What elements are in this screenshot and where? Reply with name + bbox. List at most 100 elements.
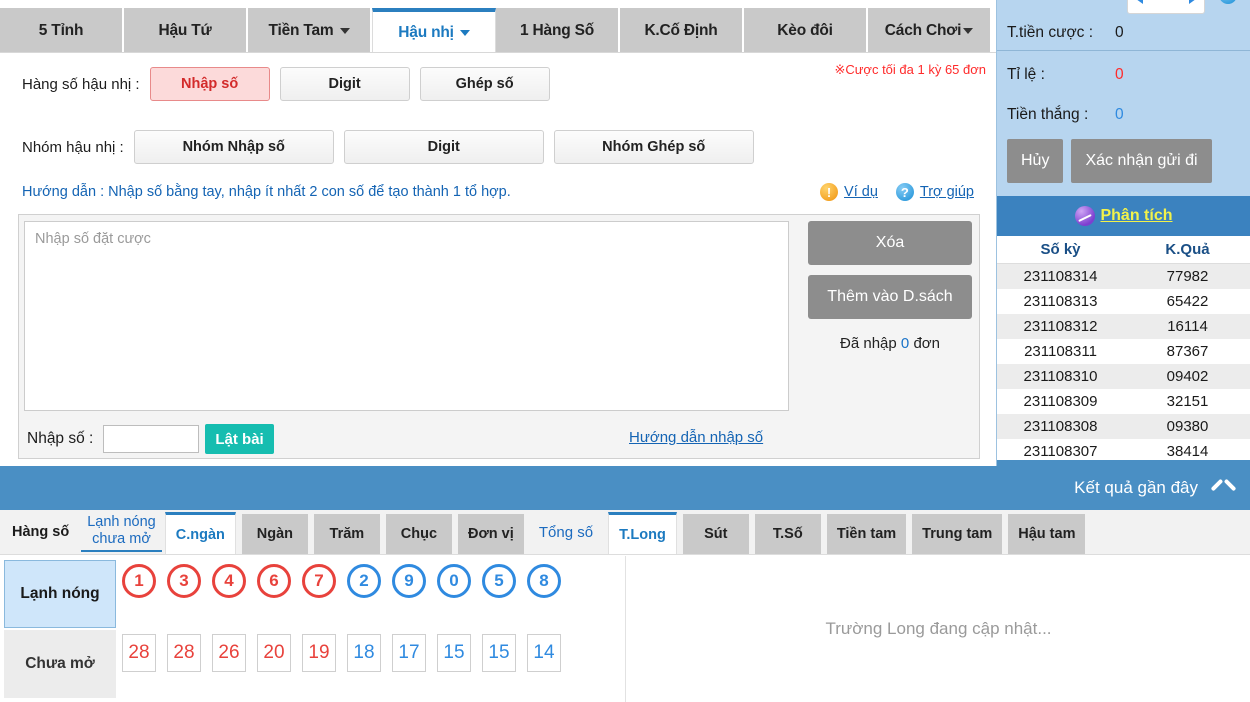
game-tab-7[interactable]: Cách Chơi bbox=[868, 8, 992, 53]
hot-cold-ball[interactable]: 5 bbox=[482, 564, 516, 598]
play-type-tab-4-label: Trung tam bbox=[922, 526, 993, 542]
total-bet-row: T.tiền cược : 0 bbox=[1007, 22, 1245, 44]
hot-cold-count: 28 bbox=[167, 634, 201, 672]
game-tab-3-label: Hậu nhị bbox=[398, 23, 454, 41]
entered-suffix: đơn bbox=[913, 335, 940, 352]
cancel-button[interactable]: Hủy bbox=[1007, 139, 1064, 183]
digit-tabs-group: C.ngàn Ngàn Trăm Chục Đơn vị bbox=[162, 510, 527, 554]
input-guide-link[interactable]: Hướng dẫn nhập số bbox=[629, 429, 763, 446]
win-amount-row: Tiền thắng : 0 bbox=[1007, 104, 1245, 126]
results-col-result: K.Quả bbox=[1165, 241, 1210, 258]
play-type-tab-0[interactable]: T.Long bbox=[608, 512, 677, 554]
hot-cold-count: 18 bbox=[347, 634, 381, 672]
period-stepper[interactable] bbox=[1127, 0, 1205, 14]
game-tab-4[interactable]: 1 Hàng Số bbox=[496, 8, 620, 53]
mode-button-nhom-nhap-so[interactable]: Nhóm Nhập số bbox=[133, 130, 334, 164]
results-table-header: Số kỳ K.Quả bbox=[997, 236, 1250, 264]
game-tab-5[interactable]: K.Cố Định bbox=[620, 8, 744, 53]
digit-tab-4[interactable]: Đơn vị bbox=[457, 514, 524, 554]
game-tab-4-label: 1 Hàng Số bbox=[520, 21, 594, 39]
mode-button-digit-label: Digit bbox=[328, 76, 361, 92]
hot-cold-ball[interactable]: 7 bbox=[302, 564, 336, 598]
win-amount-label: Tiền thắng : bbox=[1007, 106, 1089, 123]
mode-button-nhom-ghep-so-label: Nhóm Ghép số bbox=[602, 139, 706, 155]
table-row: 231108309 32151 bbox=[997, 389, 1250, 414]
table-row: 231108311 87367 bbox=[997, 339, 1250, 364]
hot-cold-count: 26 bbox=[212, 634, 246, 672]
table-row: 231108313 65422 bbox=[997, 289, 1250, 314]
play-type-tab-1-label: Sút bbox=[704, 526, 728, 542]
play-type-tab-1[interactable]: Sút bbox=[682, 514, 749, 554]
warning-icon: ! bbox=[820, 183, 839, 201]
game-tab-6[interactable]: Kèo đôi bbox=[744, 8, 868, 53]
game-tab-1[interactable]: Hậu Tứ bbox=[124, 8, 248, 53]
game-type-tabbar: 5 Tỉnh Hậu Tứ Tiền Tam Hậu nhị 1 Hàng Số K.Cố… bbox=[0, 8, 996, 53]
digit-tab-2[interactable]: Trăm bbox=[313, 514, 380, 554]
hot-cold-ball[interactable]: 3 bbox=[167, 564, 201, 598]
hot-cold-ball[interactable]: 9 bbox=[392, 564, 426, 598]
play-type-tab-3[interactable]: Tiền tam bbox=[826, 514, 907, 554]
result-value: 87367 bbox=[1166, 343, 1209, 360]
stats-tab-lanh-nong-chua-mo[interactable]: Lạnh nóng chưa mở bbox=[81, 512, 162, 552]
confirm-submit-button-label: Xác nhận gửi đi bbox=[1085, 152, 1198, 169]
digit-tab-3[interactable]: Chục bbox=[385, 514, 452, 554]
hot-cold-ball[interactable]: 2 bbox=[347, 564, 381, 598]
hot-cold-ball[interactable]: 8 bbox=[527, 564, 561, 598]
add-to-list-button[interactable]: Thêm vào D.sách bbox=[808, 275, 972, 319]
result-value: 65422 bbox=[1166, 293, 1209, 310]
digit-tab-1[interactable]: Ngàn bbox=[241, 514, 308, 554]
analytics-icon bbox=[1075, 206, 1096, 226]
game-tab-2[interactable]: Tiền Tam bbox=[248, 8, 372, 53]
flip-card-button-label: Lật bài bbox=[215, 430, 264, 448]
mode-button-nhom-digit[interactable]: Digit bbox=[343, 130, 544, 164]
digit-tab-4-label: Đơn vị bbox=[468, 526, 514, 542]
clear-button-label: Xóa bbox=[875, 234, 905, 251]
clear-button[interactable]: Xóa bbox=[808, 221, 972, 265]
analyze-bar[interactable]: Phân tích bbox=[997, 196, 1250, 236]
bet-mode-row-1-label: Hàng số hậu nhị : bbox=[22, 75, 140, 93]
mode-button-digit[interactable]: Digit bbox=[279, 67, 410, 101]
hot-cold-ball[interactable]: 4 bbox=[212, 564, 246, 598]
flip-card-button[interactable]: Lật bài bbox=[205, 424, 274, 454]
hot-cold-panel: Lạnh nóng Chưa mở 1346729058 28 28 26 20 19 1… bbox=[0, 556, 626, 702]
game-tab-0[interactable]: 5 Tỉnh bbox=[0, 8, 124, 53]
unopened-row-label[interactable]: Chưa mở bbox=[4, 630, 116, 698]
mode-button-nhom-ghep-so[interactable]: Nhóm Ghép số bbox=[553, 130, 754, 164]
guide-text: Hướng dẫn : Nhập số bằng tay, nhập ít nh… bbox=[22, 184, 511, 200]
quick-input-label: Nhập số : bbox=[27, 430, 94, 447]
bet-number-textarea[interactable]: Nhập số đặt cược bbox=[24, 221, 789, 411]
entered-count-value: 0 bbox=[900, 335, 910, 352]
hot-cold-ball[interactable]: 1 bbox=[122, 564, 156, 598]
hot-cold-ball[interactable]: 0 bbox=[437, 564, 471, 598]
hot-cold-count: 15 bbox=[482, 634, 516, 672]
result-period: 231108314 bbox=[1023, 268, 1098, 285]
result-value: 32151 bbox=[1166, 393, 1209, 410]
hot-cold-ball[interactable]: 6 bbox=[257, 564, 291, 598]
total-bet-label: T.tiền cược : bbox=[1007, 24, 1094, 41]
analyze-link[interactable]: Phân tích bbox=[1100, 207, 1172, 225]
info-icon[interactable] bbox=[1219, 0, 1237, 4]
digit-tab-0[interactable]: C.ngàn bbox=[164, 512, 236, 554]
chevron-up-icon[interactable] bbox=[1210, 480, 1234, 496]
play-type-tab-5[interactable]: Hậu tam bbox=[1008, 514, 1086, 554]
digit-tab-3-label: Chục bbox=[400, 526, 438, 542]
mode-button-nhap-so[interactable]: Nhập số bbox=[149, 67, 270, 101]
mode-button-ghep-so[interactable]: Ghép số bbox=[419, 67, 550, 101]
confirm-submit-button[interactable]: Xác nhận gửi đi bbox=[1071, 139, 1212, 183]
hot-cold-count: 19 bbox=[302, 634, 336, 672]
play-type-tab-2[interactable]: T.Số bbox=[754, 514, 821, 554]
play-type-tab-4[interactable]: Trung tam bbox=[912, 514, 1003, 554]
digit-tab-1-label: Ngàn bbox=[256, 526, 294, 542]
result-period: 231108313 bbox=[1023, 293, 1098, 310]
stepper-prev-icon[interactable] bbox=[1136, 0, 1143, 4]
quick-input-field[interactable] bbox=[103, 425, 200, 453]
stepper-next-icon[interactable] bbox=[1189, 0, 1196, 4]
hot-cold-count: 17 bbox=[392, 634, 426, 672]
stats-label-tong-so: Tổng số bbox=[538, 523, 594, 541]
hot-cold-row-label[interactable]: Lạnh nóng bbox=[4, 560, 116, 628]
example-link[interactable]: Ví dụ bbox=[844, 184, 878, 200]
game-tab-3[interactable]: Hậu nhị bbox=[372, 8, 496, 53]
result-value: 77982 bbox=[1166, 268, 1209, 285]
help-link[interactable]: Trợ giúp bbox=[920, 184, 974, 200]
recent-results-bar[interactable]: Kết quả gần đây bbox=[0, 466, 1250, 510]
